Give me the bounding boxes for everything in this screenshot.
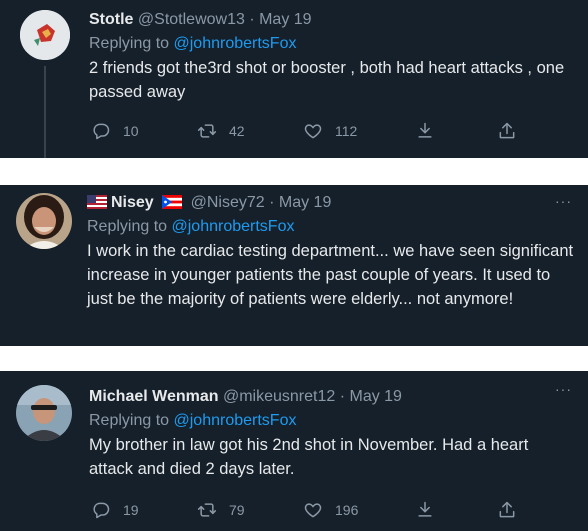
avatar[interactable]: [16, 193, 72, 249]
author-name[interactable]: Michael Wenman: [89, 388, 219, 405]
retweet-icon: [197, 124, 217, 138]
download-icon: [418, 122, 432, 138]
reply-count: 10: [123, 123, 139, 139]
author-handle[interactable]: @mikeusnret12: [223, 388, 335, 405]
avatar[interactable]: [16, 385, 72, 441]
separator: ·: [335, 388, 350, 405]
puerto-rico-flag-icon: [162, 195, 183, 209]
like-button[interactable]: 196: [303, 500, 358, 520]
share-icon: [499, 501, 515, 518]
us-flag-icon: [87, 195, 107, 209]
like-icon: [304, 503, 322, 518]
share-button[interactable]: [497, 500, 517, 520]
share-icon: [499, 122, 515, 139]
download-button[interactable]: [415, 121, 435, 141]
reply-button[interactable]: 10: [91, 121, 139, 141]
tweet-date[interactable]: May 19: [279, 194, 331, 211]
tweet-date[interactable]: May 19: [259, 11, 311, 28]
mention-link[interactable]: @johnrobertsFox: [174, 412, 297, 429]
author-name[interactable]: Nisey: [111, 194, 154, 211]
retweet-icon: [197, 503, 217, 517]
mention-link[interactable]: @johnrobertsFox: [172, 218, 295, 235]
author-name[interactable]: Stotle: [89, 11, 133, 28]
retweet-button[interactable]: 42: [197, 121, 245, 141]
download-button[interactable]: [415, 500, 435, 520]
tweet-date[interactable]: May 19: [349, 388, 401, 405]
tweet-text: My brother in law got his 2nd shot in No…: [89, 436, 529, 478]
share-button[interactable]: [497, 121, 517, 141]
reply-icon: [93, 502, 110, 519]
replying-prefix: Replying to: [89, 412, 174, 429]
like-button[interactable]: 112: [303, 121, 357, 141]
like-count: 196: [335, 502, 359, 518]
avatar[interactable]: [20, 10, 70, 60]
replying-to: Replying to @johnrobertsFox: [87, 216, 574, 238]
reply-count: 19: [123, 502, 139, 518]
retweet-button[interactable]: 79: [197, 500, 245, 520]
tweet-text: I work in the cardiac testing department…: [87, 242, 574, 308]
reply-button[interactable]: 19: [91, 500, 139, 520]
separator: ·: [244, 11, 260, 28]
mention-link[interactable]: @johnrobertsFox: [174, 35, 297, 52]
like-icon: [304, 124, 322, 139]
separator: ·: [264, 194, 279, 211]
author-handle[interactable]: @Nisey72: [191, 194, 265, 211]
replying-prefix: Replying to: [89, 35, 174, 52]
retweet-count: 42: [229, 123, 245, 139]
retweet-count: 79: [229, 502, 245, 518]
author-handle[interactable]: @Stotlewow13: [138, 11, 245, 28]
replying-to: Replying to @johnrobertsFox: [89, 33, 574, 55]
download-icon: [418, 501, 432, 517]
thread-line: [44, 66, 46, 158]
tweet-card[interactable]: ··· Nisey @Nisey72 · May 19 Replying to …: [0, 185, 588, 346]
tweet-card[interactable]: ··· Michael Wenman @mikeusnret12 · May 1…: [0, 371, 588, 531]
like-count: 112: [335, 123, 358, 139]
tweet-card[interactable]: Stotle @Stotlewow13 · May 19 Replying to…: [0, 0, 588, 158]
reply-icon: [93, 123, 110, 140]
tweet-text: 2 friends got the3rd shot or booster , b…: [89, 59, 565, 101]
replying-prefix: Replying to: [87, 218, 172, 235]
replying-to: Replying to @johnrobertsFox: [89, 410, 574, 432]
